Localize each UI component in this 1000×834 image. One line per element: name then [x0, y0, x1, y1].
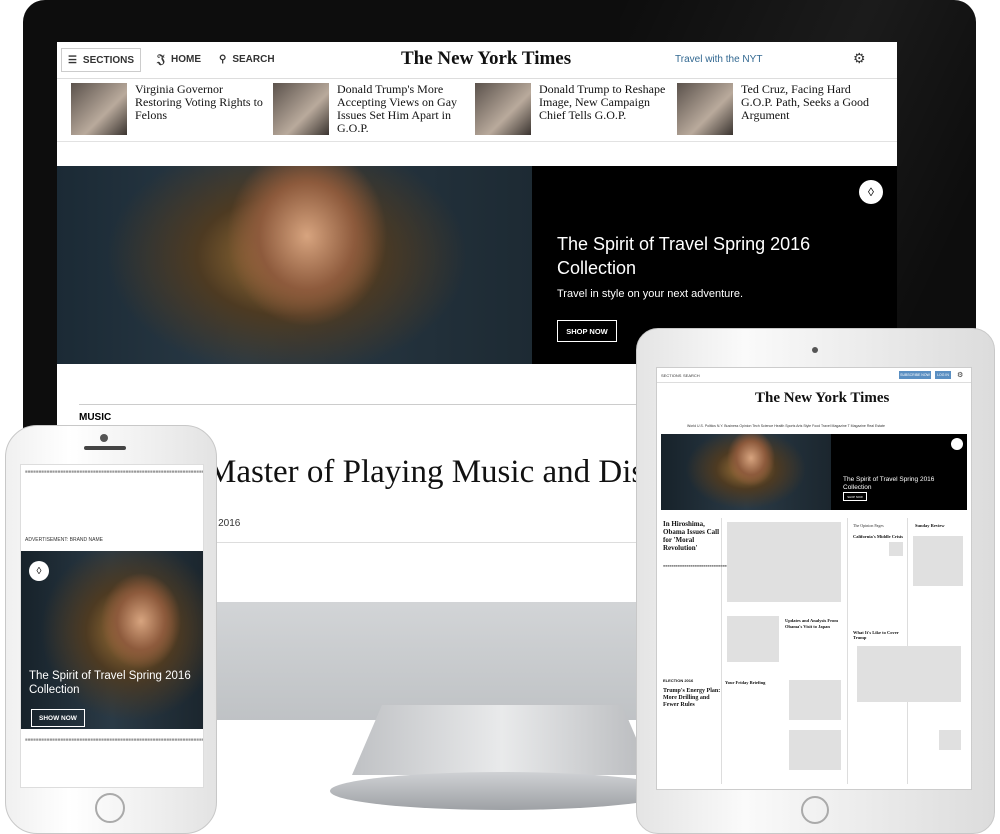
article-headline[interactable]: Master of Playing Music and Distri — [207, 454, 674, 491]
ad-choices-icon[interactable]: ◊ — [859, 180, 883, 204]
tablet-section-nav[interactable]: World U.S. Politics N.Y. Business Opinio… — [687, 424, 885, 428]
tablet-camera — [812, 347, 818, 353]
opinion-headline[interactable]: California's Middle Crisis — [853, 534, 903, 539]
tablet-hero-title: The Spirit of Travel Spring 2016 Collect… — [843, 476, 935, 491]
ad-choices-icon[interactable]: ◊ — [29, 561, 49, 581]
ad-choices-icon[interactable] — [951, 438, 963, 450]
briefing-image — [789, 680, 841, 720]
sunday-review-image — [913, 536, 963, 586]
tablet-screen: SECTIONS SEARCH SUBSCRIBE NOW LOG IN ⚙ T… — [656, 367, 972, 790]
story-headline: Virginia Governor Restoring Voting Right… — [135, 82, 263, 122]
gear-icon[interactable]: ⚙ — [957, 371, 963, 379]
subscribe-button[interactable]: SUBSCRIBE NOW — [899, 371, 931, 379]
story-item[interactable]: Virginia Governor Restoring Voting Right… — [71, 83, 265, 139]
tablet-search-button[interactable]: SEARCH — [683, 373, 700, 378]
home-button[interactable]: 𝔍 HOME — [157, 48, 201, 70]
story-thumbnail — [273, 83, 329, 135]
story-headline: Ted Cruz, Facing Hard G.O.P. Path, Seeks… — [741, 82, 869, 122]
article-kicker[interactable]: MUSIC — [79, 412, 111, 423]
election-label[interactable]: ELECTION 2016 — [663, 678, 693, 683]
travel-link[interactable]: Travel with the NYT — [675, 54, 762, 65]
hamburger-icon: ☰ — [67, 54, 77, 66]
search-label: SEARCH — [232, 53, 275, 65]
opinion-thumbnail — [889, 542, 903, 556]
desktop-top-bar: ☰ SECTIONS 𝔍 HOME ⚲ SEARCH The New York … — [57, 42, 897, 79]
search-icon: ⚲ — [219, 53, 227, 65]
phone-hero-title: The Spirit of Travel Spring 2016 Collect… — [29, 670, 191, 696]
tablet-sections-button[interactable]: SECTIONS — [661, 373, 681, 378]
sunday-review-title[interactable]: Sunday Review — [915, 523, 945, 528]
monitor-stand-base — [330, 772, 675, 810]
hero-photo — [57, 166, 532, 364]
tablet-shop-now-button[interactable]: SHOP NOW — [843, 492, 867, 501]
phone-camera — [100, 434, 108, 442]
column-rule — [721, 518, 722, 784]
phone-home-button — [95, 793, 125, 823]
feature-image — [857, 646, 961, 702]
briefing-headline[interactable]: Your Friday Briefing — [725, 680, 785, 685]
sections-button[interactable]: ☰ SECTIONS — [61, 48, 141, 72]
login-button[interactable]: LOG IN — [935, 371, 951, 379]
lead-story-body: ■■■■■■■■■■■■■■■■■■■■■■■■■■■■■■■■■■■■■■■■… — [663, 564, 811, 569]
hero-subtitle: Travel in style on your next adventure. — [557, 288, 744, 300]
story-thumbnail — [475, 83, 531, 135]
lead-story-headline[interactable]: In Hiroshima, Obama Issues Call for 'Mor… — [663, 520, 723, 552]
tablet-hero-ad[interactable]: The Spirit of Travel Spring 2016 Collect… — [661, 434, 967, 510]
article-body-text: ■■■■■■■■■■■■■■■■■■■■■■■■■■■■■■■■■■■■■■■■… — [25, 737, 203, 742]
phone-screen: ■■■■■■■■■■■■■■■■■■■■■■■■■■■■■■■■■■■■■■■■… — [20, 464, 204, 788]
show-now-button[interactable]: SHOW NOW — [31, 709, 85, 727]
feature-thumbnail — [939, 730, 961, 750]
story-item[interactable]: Donald Trump's More Accepting Views on G… — [273, 83, 467, 139]
story-item[interactable]: Donald Trump to Reshape Image, New Campa… — [475, 83, 669, 139]
phone-hero-ad[interactable] — [21, 551, 203, 729]
tablet-home-button — [801, 796, 829, 824]
tablet-hero-photo — [661, 434, 831, 510]
sections-label: SECTIONS — [82, 54, 135, 66]
gear-icon[interactable]: ⚙ — [853, 50, 866, 67]
updates-headline[interactable]: Updates and Analysis From Obama's Visit … — [785, 618, 845, 629]
story-strip: Virginia Governor Restoring Voting Right… — [57, 79, 897, 142]
monitor-stand — [352, 705, 652, 775]
phone-speaker — [84, 446, 126, 450]
lead-story-image[interactable] — [727, 522, 841, 602]
column-rule — [847, 518, 848, 784]
ad-label: ADVERTISEMENT: BRAND NAME — [25, 537, 103, 543]
tablet-nyt-logo[interactable]: The New York Times — [755, 390, 889, 407]
video-thumbnail[interactable] — [727, 616, 779, 662]
whats-it-like-headline[interactable]: What It's Like to Cover Trump — [853, 630, 913, 640]
story-headline: Donald Trump to Reshape Image, New Campa… — [539, 82, 666, 122]
shop-now-button[interactable]: SHOP NOW — [557, 320, 617, 342]
story-thumbnail — [677, 83, 733, 135]
search-button[interactable]: ⚲ SEARCH — [219, 48, 275, 70]
home-label: HOME — [170, 53, 201, 65]
story-headline: Donald Trump's More Accepting Views on G… — [337, 82, 458, 135]
story-thumbnail — [71, 83, 127, 135]
election-headline[interactable]: Trump's Energy Plan: More Drilling and F… — [663, 688, 723, 709]
nyt-logo[interactable]: The New York Times — [401, 48, 571, 70]
article-body-text: ■■■■■■■■■■■■■■■■■■■■■■■■■■■■■■■■■■■■■■■■… — [25, 469, 204, 474]
opinion-pages-title[interactable]: The Opinion Pages — [853, 523, 884, 528]
hero-title: The Spirit of Travel Spring 2016 Collect… — [557, 234, 811, 278]
story-item[interactable]: Ted Cruz, Facing Hard G.O.P. Path, Seeks… — [677, 83, 871, 139]
nyt-t-icon: 𝔍 — [157, 51, 165, 66]
story-image — [789, 730, 841, 770]
